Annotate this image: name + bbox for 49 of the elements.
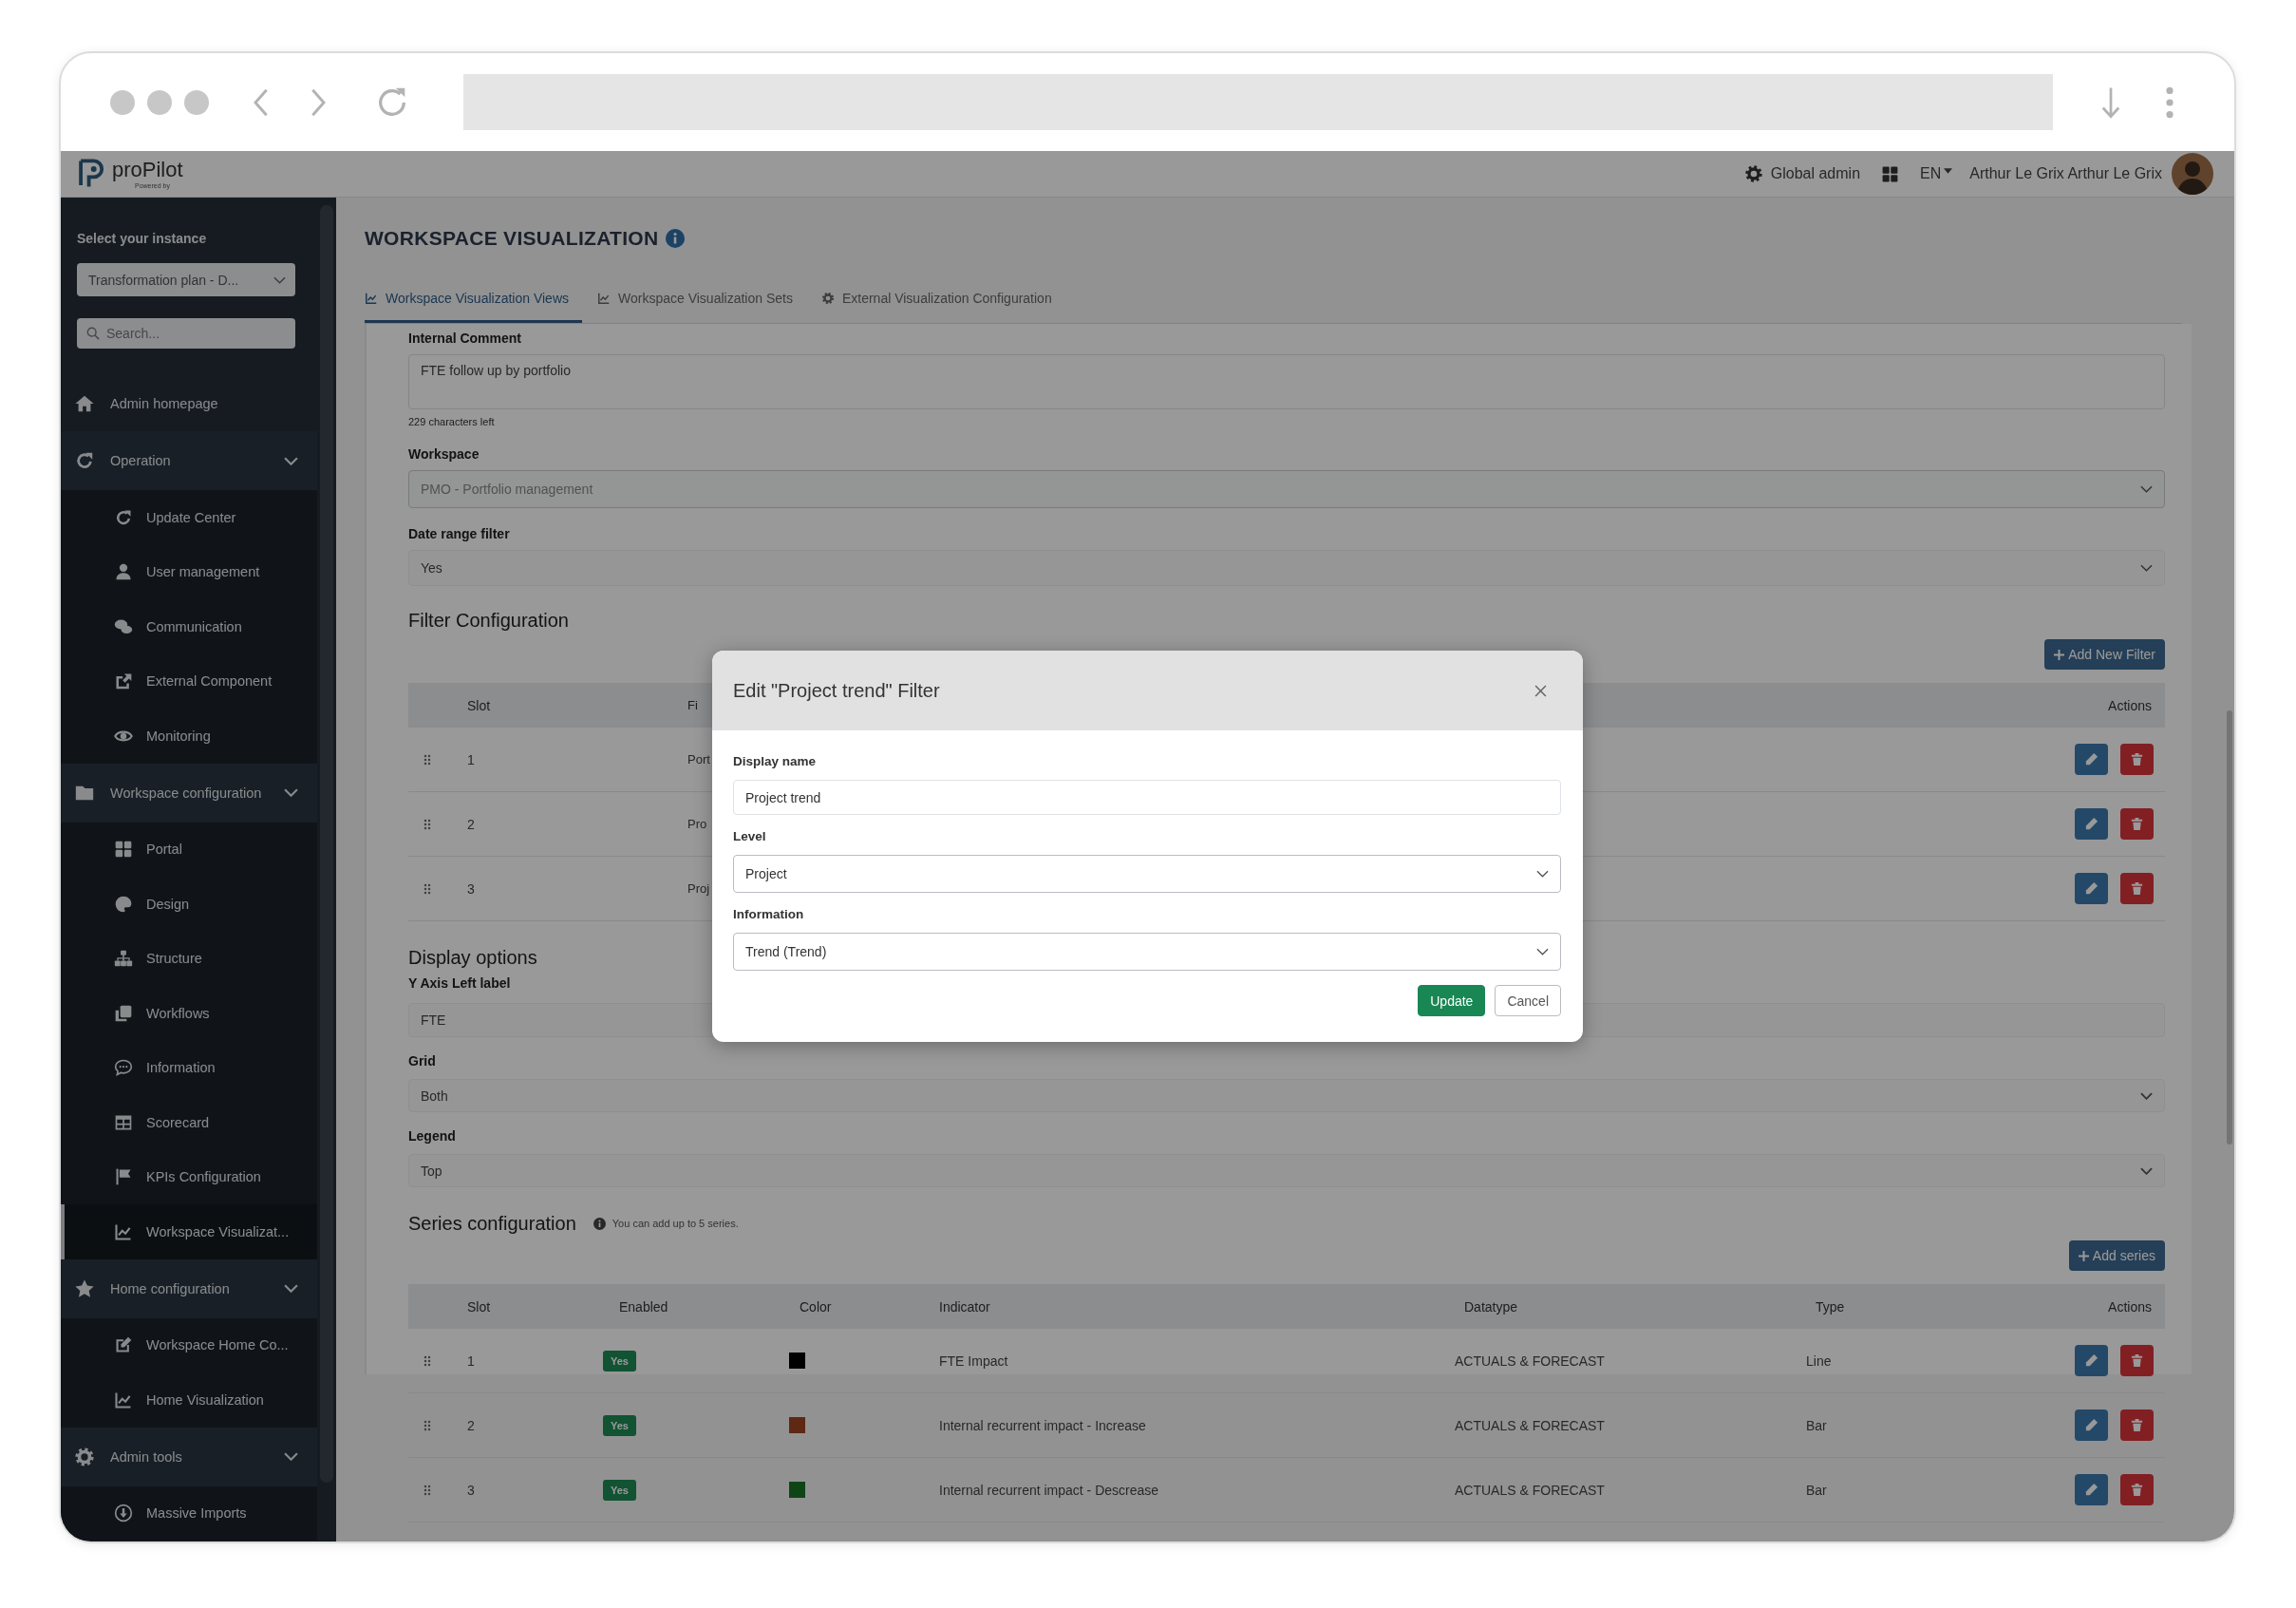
column-header: Datatype	[1463, 1298, 1519, 1315]
table-cell-text: 2	[466, 816, 476, 832]
table-cell-text: Internal recurrent impact - Increase	[938, 1417, 1147, 1433]
modal-title: Edit "Project trend" Filter	[733, 679, 940, 702]
table-cell-text: Bar	[1805, 1482, 1828, 1498]
table-cell-text: 2	[466, 1417, 476, 1433]
field-label: Workspace	[408, 445, 480, 463]
table-cell-text: 1	[466, 751, 476, 767]
field-label: Y Axis Left label	[408, 974, 511, 992]
column-header: Enabled	[618, 1298, 669, 1315]
field-label: Information	[733, 906, 805, 922]
character-count: 229 characters left	[408, 415, 496, 428]
app-name: proPilot	[112, 159, 183, 180]
table-cell-text: ACTUALS & FORECAST	[1454, 1417, 1606, 1433]
field-label: Internal Comment	[408, 330, 521, 347]
table-cell-text: ACTUALS & FORECAST	[1454, 1482, 1606, 1498]
field-label: Display name	[733, 753, 818, 769]
table-cell-text: FTE Impact	[938, 1353, 1009, 1369]
enabled-badge: Yes	[603, 1414, 636, 1436]
section-title: Filter Configuration	[408, 609, 569, 632]
table-cell-text: Internal recurrent impact - Descrease	[938, 1482, 1160, 1498]
column-header: Fi	[687, 698, 699, 712]
column-header: Color	[799, 1298, 833, 1315]
enabled-badge: Yes	[603, 1350, 636, 1372]
table-cell: Proj	[687, 881, 710, 896]
table-cell-text: 1	[466, 1353, 476, 1369]
series-limit-note: You can add up to 5 series.	[612, 1218, 739, 1229]
column-header: Slot	[466, 1298, 492, 1315]
table-cell-text: ACTUALS & FORECAST	[1454, 1353, 1606, 1369]
instance-label: Select your instance	[77, 230, 208, 247]
table-cell-text: 3	[466, 880, 476, 897]
column-header: Type	[1815, 1298, 1846, 1315]
table-cell-text: Pro	[687, 817, 708, 831]
column-header: Actions	[2107, 697, 2153, 713]
table-cell-text: Bar	[1805, 1417, 1828, 1433]
table-cell-text: Line	[1805, 1353, 1833, 1369]
section-title: Series configuration	[408, 1212, 576, 1235]
page-title: WORKSPACE VISUALIZATION	[365, 226, 659, 251]
field-label: Date range filter	[408, 525, 510, 542]
column-header: Actions	[2107, 1298, 2153, 1315]
section-title: Display options	[408, 946, 537, 969]
field-label: Grid	[408, 1052, 436, 1069]
table-cell-text: 3	[466, 1482, 476, 1498]
field-label: Legend	[408, 1127, 456, 1145]
column-header: Indicator	[938, 1298, 991, 1315]
column-header: Slot	[466, 697, 492, 713]
enabled-badge: Yes	[603, 1479, 636, 1501]
field-label: Level	[733, 828, 767, 844]
table-cell: Port	[687, 752, 710, 766]
